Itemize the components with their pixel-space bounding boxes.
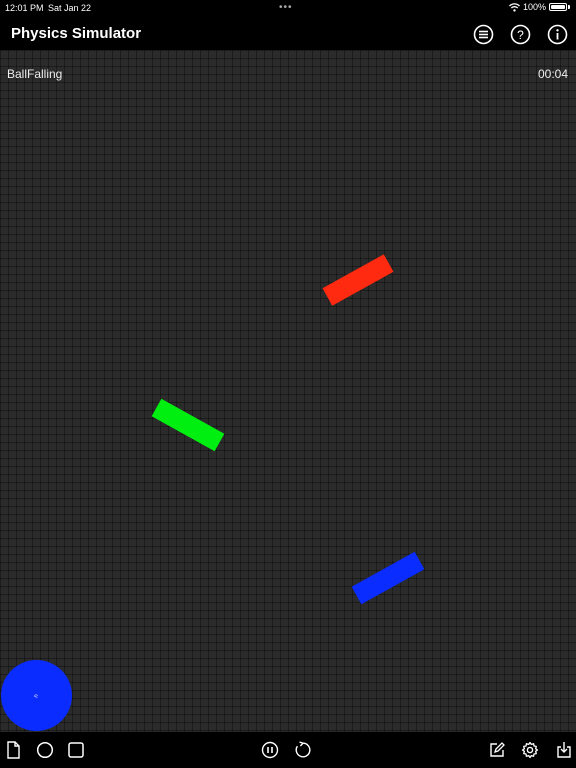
green-box[interactable] <box>151 398 225 452</box>
battery-percent: 100% <box>522 2 546 12</box>
wifi-icon <box>509 2 520 12</box>
scene-name: BallFalling <box>7 67 63 81</box>
square-tool-icon[interactable] <box>66 740 86 760</box>
pause-icon[interactable] <box>260 740 280 760</box>
export-icon[interactable] <box>554 740 574 760</box>
reset-icon[interactable] <box>293 740 313 760</box>
circle-tool-icon[interactable] <box>35 740 55 760</box>
edit-icon[interactable] <box>487 740 507 760</box>
status-date: Sat Jan 22 <box>48 3 92 13</box>
blue-box[interactable] <box>351 551 425 605</box>
svg-text:?: ? <box>517 28 524 42</box>
nav-bar: Physics Simulator ? <box>0 16 576 50</box>
scene-timer: 00:04 <box>537 67 568 81</box>
bottom-toolbar <box>0 732 576 768</box>
nav-icons: ? <box>471 22 570 47</box>
multitasking-dots-icon[interactable]: ••• <box>279 2 293 13</box>
simulation-canvas[interactable]: BallFalling 00:04 n <box>0 50 576 732</box>
app-title: Physics Simulator <box>11 25 142 42</box>
ball[interactable]: n <box>1 660 72 731</box>
ball-label: n <box>33 693 40 698</box>
list-icon[interactable] <box>471 22 496 47</box>
battery-icon <box>549 3 567 11</box>
help-icon[interactable]: ? <box>508 22 533 47</box>
status-time: 12:01 PM <box>5 3 44 13</box>
battery-nub <box>568 5 570 9</box>
info-icon[interactable] <box>545 22 570 47</box>
new-document-icon[interactable] <box>3 740 23 760</box>
status-bar: 12:01 PM Sat Jan 22 ••• 100% <box>0 0 576 16</box>
settings-icon[interactable] <box>520 740 540 760</box>
red-box[interactable] <box>322 254 394 306</box>
status-right: 100% <box>509 2 570 12</box>
